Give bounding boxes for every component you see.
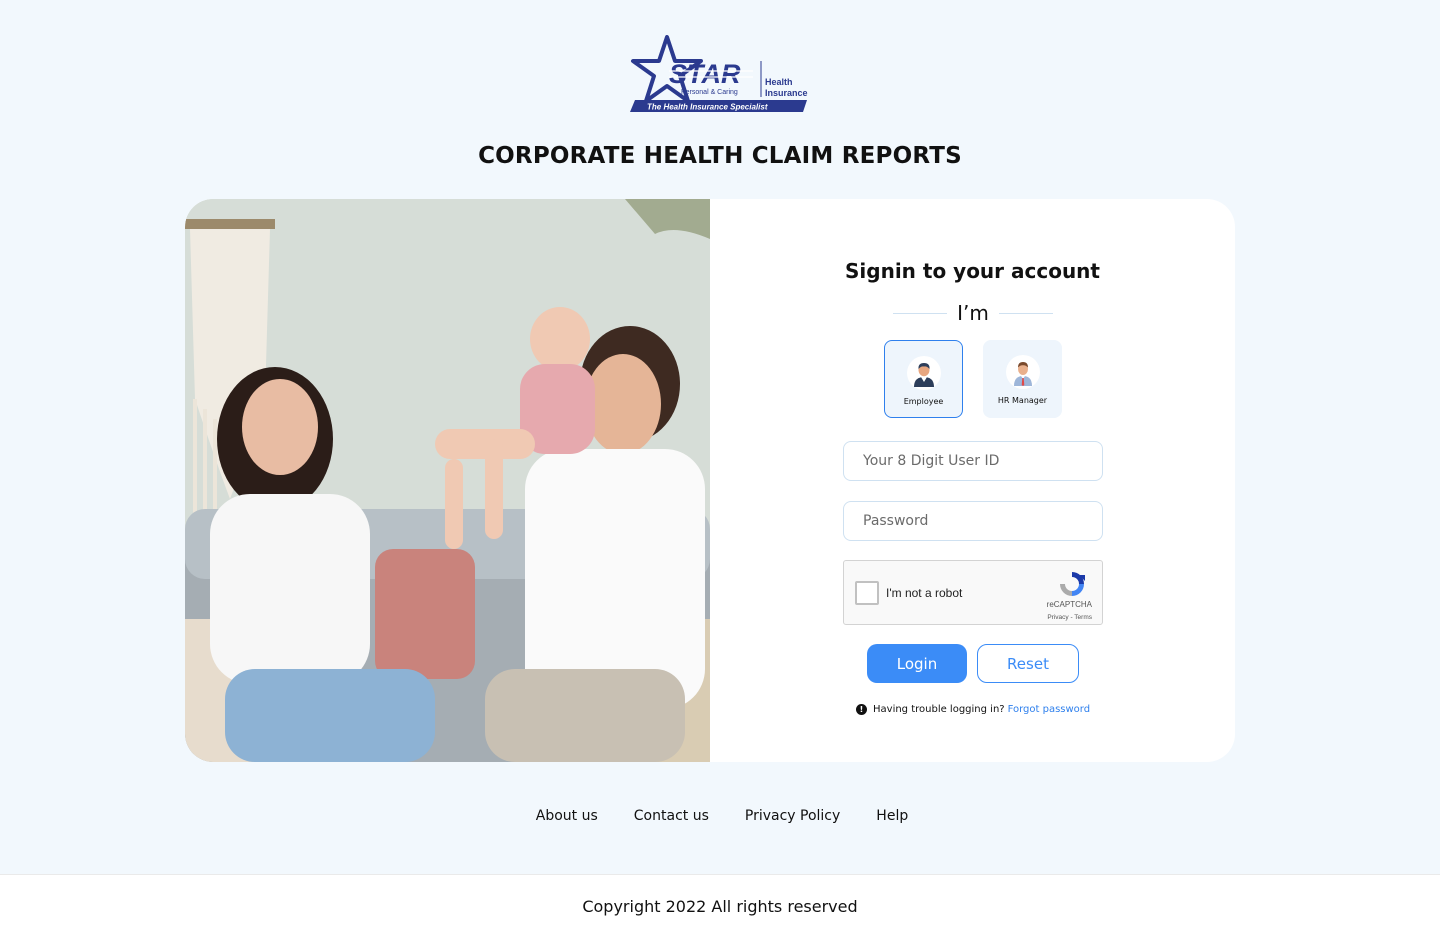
user-id-input[interactable] bbox=[843, 441, 1103, 481]
reset-button[interactable]: Reset bbox=[977, 644, 1079, 683]
copyright-text: Copyright 2022 All rights reserved bbox=[582, 897, 858, 916]
employee-avatar-icon bbox=[906, 356, 941, 390]
recaptcha-checkbox[interactable] bbox=[855, 581, 879, 605]
footer-links: About us Contact us Privacy Policy Help bbox=[0, 808, 1440, 824]
role-option-employee[interactable]: Employee bbox=[884, 340, 963, 418]
hr-manager-avatar-icon bbox=[1005, 355, 1040, 389]
login-help: ! Having trouble logging in? Forgot pass… bbox=[856, 704, 1090, 715]
star-health-logo: STAR Personal & Caring Health Insurance … bbox=[629, 35, 811, 115]
copyright-bar: Copyright 2022 All rights reserved bbox=[0, 874, 1440, 938]
recaptcha-label: I'm not a robot bbox=[886, 586, 963, 600]
logo-ribbon: The Health Insurance Specialist bbox=[647, 103, 768, 112]
trouble-text: Having trouble logging in? bbox=[873, 704, 1005, 715]
footer-link-privacy[interactable]: Privacy Policy bbox=[745, 808, 840, 824]
footer-link-help[interactable]: Help bbox=[876, 808, 908, 824]
footer-link-contact[interactable]: Contact us bbox=[634, 808, 709, 824]
logo-product-line1: Health bbox=[765, 77, 793, 87]
logo-product-line2: Insurance bbox=[765, 88, 808, 98]
signin-form: Signin to your account I’m Employee HR M… bbox=[710, 199, 1235, 762]
divider-line-left bbox=[893, 312, 947, 314]
role-prompt: I’m bbox=[957, 301, 989, 325]
recaptcha-privacy-terms[interactable]: Privacy - Terms bbox=[1047, 614, 1092, 621]
login-card: Signin to your account I’m Employee HR M… bbox=[185, 199, 1235, 762]
family-photo bbox=[185, 199, 710, 762]
signin-title: Signin to your account bbox=[845, 259, 1100, 283]
logo-wordmark: STAR bbox=[669, 59, 741, 89]
footer-link-about[interactable]: About us bbox=[536, 808, 598, 824]
login-button[interactable]: Login bbox=[867, 644, 967, 683]
role-prompt-row: I’m bbox=[893, 301, 1053, 325]
info-icon: ! bbox=[856, 704, 867, 715]
role-label-hr-manager: HR Manager bbox=[997, 396, 1048, 405]
logo-tagline: Personal & Caring bbox=[681, 89, 738, 96]
password-input[interactable] bbox=[843, 501, 1103, 541]
page-title: CORPORATE HEALTH CLAIM REPORTS bbox=[478, 143, 962, 169]
forgot-password-link[interactable]: Forgot password bbox=[1008, 704, 1091, 715]
recaptcha-logo-icon bbox=[1057, 569, 1087, 599]
role-label-employee: Employee bbox=[903, 397, 944, 406]
recaptcha-brand: reCAPTCHA bbox=[1046, 600, 1092, 609]
recaptcha-widget: I'm not a robot reCAPTCHA Privacy - Term… bbox=[843, 560, 1103, 625]
role-option-hr-manager[interactable]: HR Manager bbox=[983, 340, 1062, 418]
divider-line-right bbox=[999, 312, 1053, 314]
